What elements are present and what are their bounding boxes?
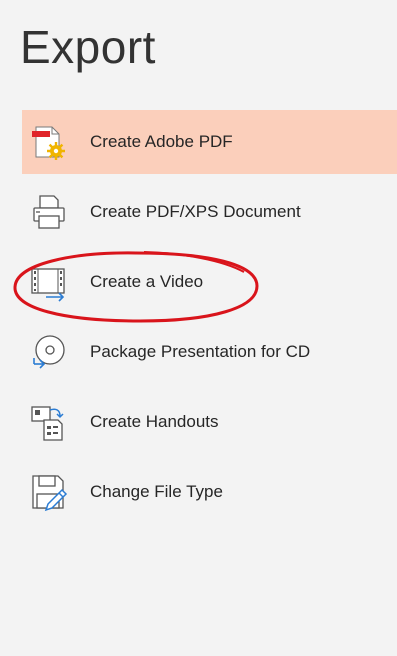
menu-item-label: Change File Type (90, 482, 223, 501)
menu-item-label: Create Handouts (90, 412, 219, 431)
menu-item-label: Create a Video (90, 272, 204, 291)
cd-package-icon (26, 330, 70, 374)
menu-item-create-pdf-xps[interactable]: Create PDF/XPS Document (22, 180, 397, 244)
menu-item-package-for-cd[interactable]: Package Presentation for CD (22, 320, 397, 384)
pdf-xps-document-icon (26, 190, 70, 234)
menu-item-create-adobe-pdf[interactable]: Create Adobe PDF (22, 110, 397, 174)
menu-item-change-file-type[interactable]: Change File Type (22, 460, 397, 524)
export-panel: Export Create Adobe PDF Create PDF/XPS D… (0, 0, 397, 656)
menu-item-label: Create Adobe PDF (90, 132, 233, 151)
menu-item-label: Package Presentation for CD (90, 342, 311, 361)
menu-item-create-video[interactable]: Create a Video (22, 250, 397, 314)
adobe-pdf-icon (26, 120, 70, 164)
menu-item-label: Create PDF/XPS Document (90, 202, 301, 221)
page-title: Export (20, 21, 156, 73)
video-icon (26, 260, 70, 304)
export-menu: Create Adobe PDF Create PDF/XPS Document (22, 110, 397, 530)
change-file-type-icon (26, 470, 70, 514)
handouts-icon (26, 400, 70, 444)
menu-item-create-handouts[interactable]: Create Handouts (22, 390, 397, 454)
